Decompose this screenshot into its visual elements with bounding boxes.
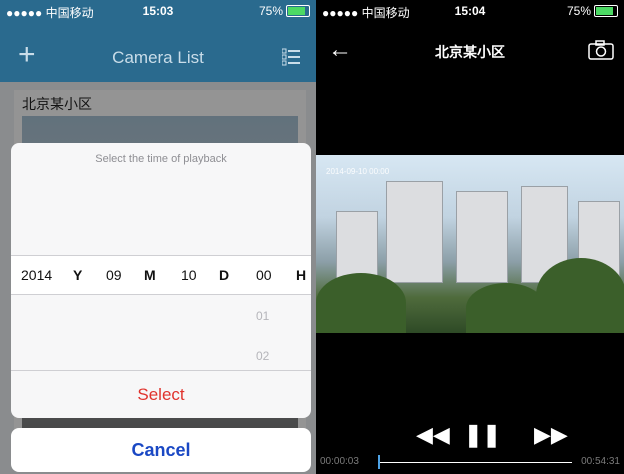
playback-time-picker: Select the time of playback 2014 Y 09 M … xyxy=(11,143,311,418)
video-timestamp: 2014-09-10 00:00 xyxy=(326,167,390,176)
fast-forward-icon[interactable]: ▶▶ xyxy=(534,422,568,448)
status-bar: ●●●●● 中国移动 15:03 75% xyxy=(0,0,316,22)
status-bar: ●●●●● 中国移动 15:04 75% xyxy=(316,0,624,22)
hour-option[interactable]: 01 xyxy=(256,309,269,323)
day-unit: D xyxy=(219,267,230,283)
timeline: 00:00:03 00:54:31 xyxy=(316,452,624,474)
hour-unit: H xyxy=(296,267,307,283)
progress-track[interactable] xyxy=(378,462,572,463)
day-value[interactable]: 10 xyxy=(181,267,197,283)
month-unit: M xyxy=(144,267,156,283)
progress-handle[interactable] xyxy=(378,455,380,469)
battery-indicator: 75% xyxy=(259,4,310,18)
video-player[interactable]: 2014-09-10 00:00 xyxy=(316,155,624,333)
current-time: 00:00:03 xyxy=(320,456,359,467)
camera-list-screen: ●●●●● 中国移动 15:03 75% + Camera List 北京某小区… xyxy=(0,0,316,474)
camera-snapshot-icon[interactable] xyxy=(588,40,614,60)
page-title: Camera List xyxy=(112,48,204,67)
battery-percent: 75% xyxy=(566,4,591,18)
hour-value[interactable]: 00 xyxy=(256,267,272,283)
battery-icon xyxy=(594,5,618,17)
list-view-icon[interactable] xyxy=(282,48,300,66)
hour-option[interactable]: 02 xyxy=(256,349,269,363)
picker-title: Select the time of playback xyxy=(95,153,227,165)
cancel-button[interactable]: Cancel xyxy=(11,428,311,472)
rewind-icon[interactable]: ◀◀ xyxy=(416,422,450,448)
month-value[interactable]: 09 xyxy=(106,267,122,283)
page-title: 北京某小区 xyxy=(435,44,505,60)
select-button[interactable]: Select xyxy=(11,371,311,418)
pause-icon[interactable]: ❚❚ xyxy=(464,422,501,448)
picker-selected-row[interactable]: 2014 Y 09 M 10 D 00 H xyxy=(11,255,311,295)
battery-percent: 75% xyxy=(258,4,283,18)
total-time: 00:54:31 xyxy=(581,456,620,467)
year-value[interactable]: 2014 xyxy=(21,267,52,283)
battery-indicator: 75% xyxy=(567,4,618,18)
playback-screen: ●●●●● 中国移动 15:04 75% ← 北京某小区 2014-09-10 … xyxy=(316,0,624,474)
battery-icon xyxy=(286,5,310,17)
nav-bar: ●●●●● 中国移动 15:03 75% + Camera List xyxy=(0,0,316,82)
year-unit: Y xyxy=(73,267,83,283)
